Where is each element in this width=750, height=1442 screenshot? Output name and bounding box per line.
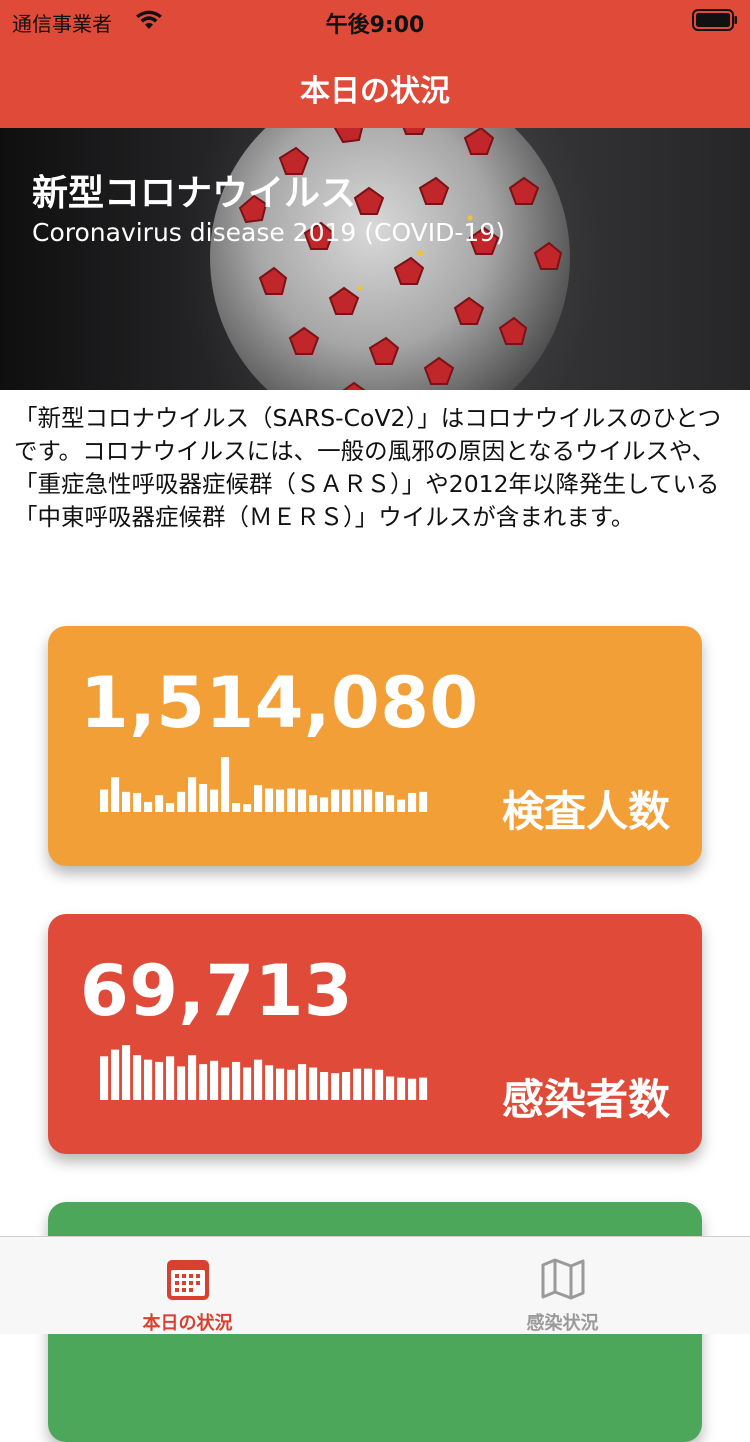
sparkline-bar — [397, 1077, 406, 1100]
sparkline-bar — [100, 1056, 109, 1100]
sparkline-bar — [254, 1059, 263, 1100]
sparkline-bar — [122, 1045, 131, 1100]
sparkline-bar — [155, 1061, 164, 1100]
sparkline-bar — [265, 788, 274, 812]
hero-title: 新型コロナウイルス — [32, 173, 357, 214]
sparkline-bar — [155, 795, 164, 812]
navigation-bar: 本日の状況 — [0, 40, 750, 128]
sparkline-bar — [199, 784, 208, 812]
tab-today-label: 本日の状況 — [142, 1313, 233, 1334]
tests-count: 1,514,080 — [80, 662, 479, 744]
tests-card[interactable]: 1,514,080 検査人数 — [48, 626, 702, 866]
infected-count: 69,713 — [80, 950, 354, 1032]
sparkline-bar — [210, 789, 219, 812]
sparkline-bar — [177, 791, 186, 812]
sparkline-bar — [408, 792, 417, 812]
sparkline-bar — [342, 789, 351, 812]
sparkline-bar — [287, 788, 296, 812]
sparkline-bar — [320, 797, 329, 812]
hero-subtitle: Coronavirus disease 2019 (COVID-19) — [32, 218, 505, 247]
sparkline-bar — [111, 1049, 120, 1100]
sparkline-bar — [408, 1078, 417, 1100]
sparkline-bar — [188, 1055, 197, 1100]
sparkline-bar — [122, 791, 131, 812]
sparkline-bar — [221, 1067, 230, 1100]
tab-today-status[interactable]: 本日の状況 — [0, 1237, 375, 1335]
infected-sparkline — [100, 1045, 428, 1100]
sparkline-bar — [111, 777, 120, 812]
tests-sparkline — [100, 757, 428, 812]
sparkline-bar — [276, 789, 285, 812]
tests-label: 検査人数 — [501, 787, 670, 836]
sparkline-bar — [232, 803, 241, 812]
sparkline-bar — [287, 1069, 296, 1100]
tab-infection-status[interactable]: 感染状況 — [375, 1237, 750, 1335]
sparkline-bar — [364, 1068, 373, 1100]
page-title: 本日の状況 — [300, 74, 450, 109]
map-icon — [541, 1258, 585, 1300]
sparkline-bar — [353, 789, 362, 812]
sparkline-bar — [100, 789, 109, 812]
sparkline-bar — [177, 1066, 186, 1100]
sparkline-bar — [331, 789, 340, 812]
sparkline-bar — [298, 1064, 307, 1100]
sparkline-bar — [243, 1067, 252, 1100]
intro-paragraph: 「新型コロナウイルス（SARS-CoV2）」はコロナウイルスのひとつです。コロナ… — [14, 404, 722, 531]
sparkline-bar — [254, 785, 263, 812]
sparkline-bar — [199, 1064, 208, 1100]
battery-icon — [692, 9, 737, 31]
calendar-icon — [167, 1260, 209, 1300]
hero-banner: 新型コロナウイルス Coronavirus disease 2019 (COVI… — [0, 128, 750, 390]
tab-infection-label: 感染状況 — [526, 1313, 599, 1334]
sparkline-bar — [386, 795, 395, 812]
sparkline-bar — [375, 791, 384, 812]
status-bar: 通信事業者 午後9:00 — [0, 0, 750, 40]
sparkline-bar — [353, 1068, 362, 1100]
sparkline-bar — [419, 791, 428, 812]
sparkline-bar — [419, 1077, 428, 1100]
sparkline-bar — [144, 801, 153, 812]
sparkline-bar — [276, 1068, 285, 1100]
sparkline-bar — [166, 803, 175, 812]
sparkline-bar — [386, 1076, 395, 1100]
sparkline-bar — [133, 792, 142, 812]
sparkline-bar — [309, 1067, 318, 1100]
sparkline-bar — [298, 789, 307, 812]
sparkline-bar — [232, 1061, 241, 1100]
sparkline-bar — [309, 795, 318, 812]
sparkline-bar — [133, 1055, 142, 1100]
tab-bar: 本日の状況 感染状況 — [0, 1236, 750, 1334]
sparkline-bar — [320, 1072, 329, 1100]
sparkline-bar — [188, 777, 197, 812]
sparkline-bar — [331, 1073, 340, 1100]
sparkline-bar — [397, 799, 406, 812]
sparkline-bar — [364, 789, 373, 812]
sparkline-bar — [144, 1059, 153, 1100]
sparkline-bar — [210, 1060, 219, 1100]
sparkline-bar — [342, 1072, 351, 1100]
sparkline-bar — [221, 757, 230, 812]
sparkline-bar — [166, 1056, 175, 1100]
infected-label: 感染者数 — [501, 1075, 670, 1124]
sparkline-bar — [375, 1069, 384, 1100]
infected-card[interactable]: 69,713 感染者数 — [48, 914, 702, 1154]
sparkline-bar — [243, 804, 252, 812]
clock: 午後9:00 — [325, 13, 425, 38]
sparkline-bar — [265, 1065, 274, 1100]
